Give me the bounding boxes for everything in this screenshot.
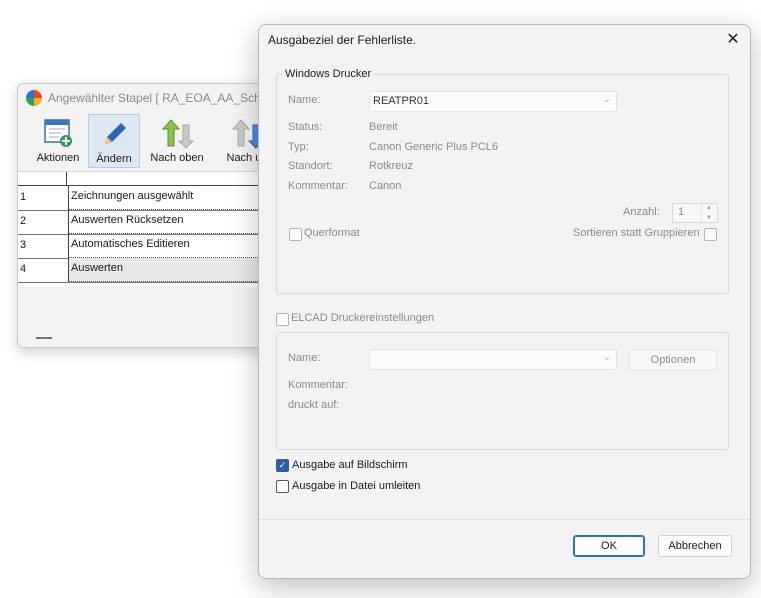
- move-up-icon: [161, 119, 194, 149]
- row-number: 2: [20, 215, 27, 227]
- printer-name-label: Name:: [288, 94, 321, 106]
- batch-window-titlebar: Angewählter Stapel [ RA_EOA_AA_Sche: [18, 84, 278, 112]
- elcad-settings-checkbox[interactable]: [276, 313, 289, 326]
- windows-printer-group: Windows Drucker Name: REATPR01 ⌄ Status:…: [276, 68, 729, 294]
- table-row[interactable]: 1 Zeichnungen ausgewählt: [18, 186, 278, 211]
- type-label: Typ:: [288, 141, 309, 153]
- location-label: Standort:: [288, 160, 333, 172]
- output-target-dialog: Ausgabeziel der Fehlerliste. ✕ Windows D…: [258, 24, 751, 579]
- batch-toolbar: Aktionen Ändern Nach oben Nach un: [18, 114, 278, 169]
- printer-name-select[interactable]: REATPR01 ⌄: [369, 91, 617, 112]
- status-value: Bereit: [369, 121, 398, 133]
- elcad-comment-label: Kommentar:: [288, 379, 348, 391]
- comment-label: Kommentar:: [288, 180, 348, 192]
- spin-down-icon[interactable]: ▼: [701, 214, 716, 222]
- type-value: Canon Generic Plus PCL6: [369, 141, 499, 153]
- cancel-button[interactable]: Abbrechen: [658, 535, 732, 557]
- toolbar-edit-label: Ändern: [96, 153, 132, 165]
- elcad-group: Name: ⌄ Optionen Kommentar: druckt auf:: [276, 332, 729, 450]
- elcad-name-label: Name:: [288, 352, 321, 364]
- table-row[interactable]: 3 Automatisches Editieren: [18, 234, 278, 259]
- landscape-label: Querformat: [304, 227, 360, 239]
- status-label: Status:: [288, 121, 323, 133]
- toolbar-actions-button[interactable]: Aktionen: [28, 114, 88, 166]
- spin-up-icon[interactable]: ▲: [701, 204, 716, 212]
- row-text: Auswerten Rücksetzen: [68, 210, 278, 234]
- row-text: Zeichnungen ausgewählt: [68, 186, 278, 210]
- output-file-label: Ausgabe in Datei umleiten: [292, 480, 421, 492]
- count-value: 1: [678, 206, 685, 218]
- grid-header-row: [18, 172, 278, 186]
- ok-button[interactable]: OK: [573, 535, 645, 557]
- batch-window: Angewählter Stapel [ RA_EOA_AA_Sche Akti…: [17, 83, 279, 348]
- batch-window-title: Angewählter Stapel [ RA_EOA_AA_Sche: [48, 91, 268, 105]
- toolbar-actions-label: Aktionen: [36, 152, 80, 164]
- table-row[interactable]: 2 Auswerten Rücksetzen: [18, 210, 278, 235]
- count-stepper[interactable]: 1 ▲ ▼: [672, 203, 718, 223]
- options-button[interactable]: Optionen: [629, 349, 717, 371]
- table-add-icon: [44, 119, 72, 147]
- dialog-footer: OK Abbrechen: [259, 519, 750, 578]
- chevron-down-icon: ⌄: [602, 352, 611, 363]
- windows-printer-legend: Windows Drucker: [282, 68, 375, 80]
- collate-label: Sortieren statt Gruppieren: [573, 227, 700, 239]
- app-logo-icon: [26, 90, 42, 106]
- elcad-name-select[interactable]: ⌄: [369, 349, 617, 370]
- output-screen-checkbox[interactable]: ✓: [276, 459, 289, 472]
- close-button[interactable]: ✕: [718, 27, 748, 53]
- output-file-checkbox[interactable]: [276, 480, 289, 493]
- row-number: 3: [20, 239, 27, 251]
- toolbar-move-up-button[interactable]: Nach oben: [144, 114, 210, 166]
- pencil-icon: [105, 123, 126, 144]
- row-number: 1: [20, 191, 27, 203]
- batch-scrollbar[interactable]: [36, 337, 52, 339]
- row-text: Auswerten: [68, 258, 278, 282]
- row-text: Automatisches Editieren: [68, 234, 278, 258]
- row-number: 4: [20, 263, 27, 275]
- chevron-down-icon: ⌄: [602, 94, 611, 105]
- printer-name-value: REATPR01: [373, 95, 430, 107]
- comment-value: Canon: [369, 180, 402, 192]
- location-value: Rotkreuz: [369, 160, 414, 172]
- dialog-title: Ausgabeziel der Fehlerliste.: [268, 33, 417, 47]
- count-label: Anzahl:: [623, 206, 660, 218]
- table-row-selected[interactable]: 4 Auswerten: [18, 258, 278, 283]
- landscape-checkbox[interactable]: [289, 228, 302, 241]
- toolbar-edit-button[interactable]: Ändern: [88, 114, 140, 168]
- output-screen-label: Ausgabe auf Bildschirm: [292, 459, 408, 471]
- elcad-settings-label: ELCAD Druckereinstellungen: [291, 312, 435, 324]
- elcad-prints-on-label: druckt auf:: [288, 399, 340, 411]
- batch-grid: 1 Zeichnungen ausgewählt 2 Auswerten Rüc…: [18, 171, 278, 287]
- toolbar-move-up-label: Nach oben: [150, 152, 204, 164]
- collate-checkbox[interactable]: [704, 228, 717, 241]
